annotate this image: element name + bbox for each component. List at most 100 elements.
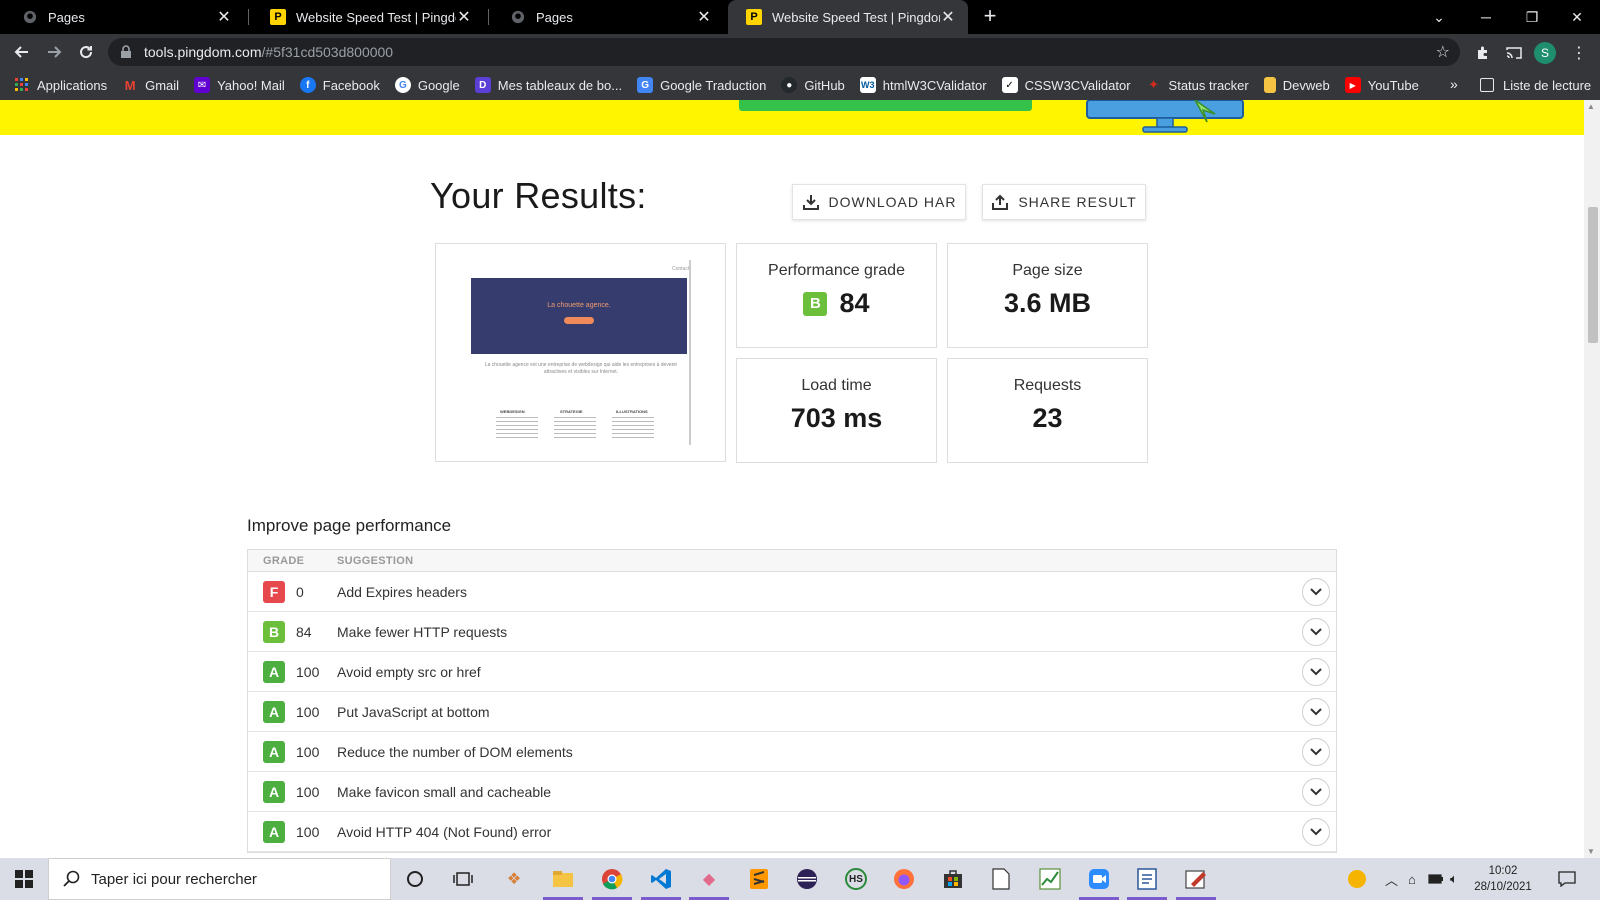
- minimize-button[interactable]: ─: [1463, 0, 1509, 34]
- bookmark-star-icon[interactable]: ☆: [1436, 42, 1450, 62]
- bookmark-gmail[interactable]: M Gmail: [122, 77, 179, 93]
- download-har-button[interactable]: DOWNLOAD HAR: [792, 184, 966, 220]
- app-icon[interactable]: ❖: [500, 865, 528, 893]
- bookmark-facebook[interactable]: f Facebook: [299, 77, 380, 93]
- app-icon[interactable]: ◆: [695, 865, 723, 893]
- reading-list-button[interactable]: Liste de lecture: [1480, 70, 1591, 100]
- tab-pingdom-1[interactable]: P Website Speed Test | Pingdom Tools ✕: [252, 0, 484, 34]
- table-row[interactable]: B 84 Make fewer HTTP requests: [248, 612, 1336, 652]
- tab-search-icon[interactable]: ⌄: [1416, 0, 1462, 34]
- notifications-icon[interactable]: [1558, 858, 1576, 900]
- scroll-down-icon[interactable]: ▼: [1587, 847, 1595, 856]
- hs-app-icon[interactable]: HS: [842, 865, 870, 893]
- thumbnail-text-lines: [612, 417, 654, 441]
- table-row[interactable]: A 100 Make favicon small and cacheable: [248, 772, 1336, 812]
- grade-score: 100: [296, 823, 320, 840]
- word-document-icon[interactable]: [1133, 865, 1161, 893]
- cast-icon[interactable]: [1503, 42, 1525, 64]
- thumbnail-scrollbar: [689, 260, 691, 445]
- close-tab-icon[interactable]: ✕: [940, 7, 956, 27]
- chart-app-icon[interactable]: [1036, 865, 1064, 893]
- table-row[interactable]: A 100 Avoid HTTP 404 (Not Found) error: [248, 812, 1336, 852]
- reload-icon[interactable]: [74, 40, 98, 64]
- taskbar-search[interactable]: Taper ici pour rechercher: [48, 858, 391, 900]
- bookmark-status-tracker[interactable]: ✦ Status tracker: [1146, 77, 1249, 93]
- close-tab-icon[interactable]: ✕: [696, 7, 712, 27]
- chevron-down-icon[interactable]: [1302, 617, 1330, 646]
- bookmark-label: Devweb: [1282, 77, 1330, 93]
- scroll-up-icon[interactable]: ▲: [1587, 102, 1595, 111]
- close-tab-icon[interactable]: ✕: [456, 7, 472, 27]
- chevron-down-icon[interactable]: [1302, 817, 1330, 846]
- sublime-icon[interactable]: [745, 865, 773, 893]
- bookmark-translate[interactable]: G Google Traduction: [637, 77, 766, 93]
- chevron-down-icon[interactable]: [1302, 777, 1330, 806]
- bookmark-google[interactable]: G Google: [394, 77, 460, 93]
- device-icon[interactable]: ⌂: [1408, 858, 1416, 900]
- show-hidden-icons[interactable]: ︿: [1385, 858, 1398, 900]
- suggestion-text: Make fewer HTTP requests: [337, 623, 508, 640]
- grade-badge: A: [263, 780, 285, 803]
- suggestion-column-header: SUGGESTION: [337, 554, 414, 567]
- volume-icon[interactable]: 🔈︎: [1450, 858, 1458, 900]
- chevron-down-icon[interactable]: [1302, 657, 1330, 686]
- chevron-down-icon[interactable]: [1302, 697, 1330, 726]
- yellow-banner: [0, 100, 1584, 135]
- forward-icon[interactable]: [42, 40, 66, 64]
- weather-icon[interactable]: [1348, 858, 1366, 900]
- chevron-down-icon[interactable]: [1302, 577, 1330, 606]
- task-view-icon[interactable]: [449, 865, 477, 893]
- bookmark-label: CSSW3CValidator: [1024, 77, 1131, 93]
- file-explorer-icon[interactable]: [549, 865, 577, 893]
- bookmark-css-validator[interactable]: ✓ CSSW3CValidator: [1001, 77, 1131, 93]
- tab-title: Pages: [48, 9, 85, 25]
- table-row[interactable]: F 0 Add Expires headers: [248, 572, 1336, 612]
- bookmark-youtube[interactable]: ▶ YouTube: [1344, 77, 1419, 93]
- tab-pages-2[interactable]: Pages ✕: [492, 0, 724, 34]
- profile-avatar[interactable]: S: [1534, 42, 1556, 64]
- new-tab-button[interactable]: +: [977, 4, 1003, 30]
- close-tab-icon[interactable]: ✕: [216, 7, 232, 27]
- thumbnail-column-illustrations: ILLUSTRATIONS: [616, 409, 648, 414]
- bookmark-label: Mes tableaux de bo...: [497, 77, 623, 93]
- scrollbar-thumb[interactable]: [1588, 207, 1598, 343]
- firefox-icon[interactable]: [890, 865, 918, 893]
- chrome-icon[interactable]: [598, 865, 626, 893]
- table-header: GRADE SUGGESTION: [248, 550, 1336, 572]
- thumbnail-column-strategie: STRATEGIE: [560, 409, 583, 414]
- bookmark-yahoo[interactable]: ✉ Yahoo! Mail: [194, 77, 285, 93]
- address-bar[interactable]: tools.pingdom.com/#5f31cd503d800000 ☆: [108, 38, 1460, 66]
- bookmark-github[interactable]: ● GitHub: [781, 77, 845, 93]
- zoom-icon[interactable]: [1085, 865, 1113, 893]
- vscode-icon[interactable]: [647, 865, 675, 893]
- table-row[interactable]: A 100 Put JavaScript at bottom: [248, 692, 1336, 732]
- table-row[interactable]: A 100 Avoid empty src or href: [248, 652, 1336, 692]
- back-icon[interactable]: [10, 40, 34, 64]
- close-window-button[interactable]: ✕: [1554, 0, 1600, 34]
- tab-pingdom-active[interactable]: P Website Speed Test | Pingdom Tools ✕: [728, 0, 968, 34]
- bookmarks-overflow-icon[interactable]: »: [1450, 76, 1458, 92]
- table-row[interactable]: A 100 Reduce the number of DOM elements: [248, 732, 1336, 772]
- menu-icon[interactable]: ⋮: [1568, 42, 1590, 64]
- bookmark-dashboard[interactable]: D Mes tableaux de bo...: [474, 77, 623, 93]
- bookmark-devweb[interactable]: Devweb: [1263, 77, 1330, 93]
- notepad-icon[interactable]: [987, 865, 1015, 893]
- store-icon[interactable]: [939, 865, 967, 893]
- tab-pages-1[interactable]: Pages ✕: [4, 0, 244, 34]
- suggestion-text: Put JavaScript at bottom: [337, 703, 490, 720]
- eclipse-icon[interactable]: [793, 865, 821, 893]
- restore-button[interactable]: ❐: [1509, 0, 1555, 34]
- extensions-icon[interactable]: [1472, 42, 1494, 64]
- taskbar-clock[interactable]: 10:02 28/10/2021: [1474, 863, 1532, 895]
- windows-start-icon[interactable]: [0, 858, 48, 900]
- editor-app-icon[interactable]: [1182, 865, 1210, 893]
- share-result-button[interactable]: SHARE RESULT: [982, 184, 1146, 220]
- bookmark-applications[interactable]: Applications: [14, 77, 107, 93]
- bookmark-html-validator[interactable]: W3 htmlW3CValidator: [859, 77, 987, 93]
- grade-badge: A: [263, 660, 285, 683]
- battery-icon[interactable]: [1428, 858, 1444, 900]
- performance-grade-value: 84: [839, 288, 870, 318]
- banner-green-button[interactable]: [739, 100, 1032, 111]
- chevron-down-icon[interactable]: [1302, 737, 1330, 766]
- cortana-icon[interactable]: [401, 865, 429, 893]
